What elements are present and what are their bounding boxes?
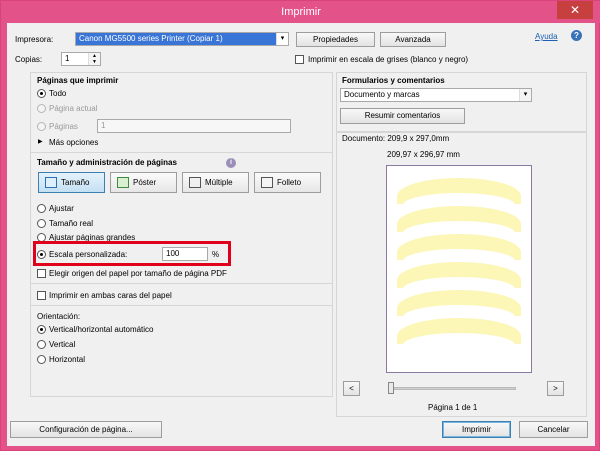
orientation-heading: Orientación: [37, 312, 81, 321]
copies-value: 1 [65, 54, 70, 63]
tab-poster[interactable]: Póster [110, 172, 177, 193]
orientation-auto-label: Vertical/horizontal automático [49, 325, 154, 334]
printer-label: Impresora: [15, 35, 54, 44]
pages-all-radio[interactable] [37, 89, 46, 98]
printer-value: Canon MG5500 series Printer (Copiar 1) [79, 34, 223, 43]
print-dialog: Imprimir ✕ Impresora: Canon MG5500 serie… [0, 0, 600, 451]
actual-size-radio[interactable] [37, 219, 46, 228]
cancel-button[interactable]: Cancelar [519, 421, 588, 438]
pages-range-label: Páginas [49, 122, 78, 131]
help-icon[interactable]: ? [571, 30, 582, 41]
pages-heading: Páginas que imprimir [37, 76, 119, 85]
page-indicator: Página 1 de 1 [428, 403, 478, 412]
fit-label: Ajustar [49, 204, 74, 213]
dialog-body: Impresora: Canon MG5500 series Printer (… [7, 23, 595, 446]
orientation-auto-radio[interactable] [37, 325, 46, 334]
help-link[interactable]: Ayuda [535, 32, 558, 41]
tab-booklet[interactable]: Folleto [254, 172, 321, 193]
pages-range-radio[interactable] [37, 122, 46, 131]
divider [31, 305, 332, 306]
preview-page [386, 165, 532, 373]
multiple-icon [189, 177, 201, 188]
chevron-down-icon: ▾ [276, 33, 288, 45]
summarize-comments-button[interactable]: Resumir comentarios [340, 108, 465, 124]
page-slider-track[interactable] [388, 387, 516, 390]
close-button[interactable]: ✕ [557, 1, 593, 19]
actual-size-label: Tamaño real [49, 219, 94, 228]
more-options-link[interactable]: Más opciones [49, 138, 98, 147]
tab-booklet-label: Folleto [277, 178, 302, 187]
previous-page-button[interactable]: < [343, 381, 360, 396]
next-page-button[interactable]: > [547, 381, 564, 396]
orientation-portrait-label: Vertical [49, 340, 76, 349]
custom-scale-input[interactable]: 100 [162, 247, 208, 261]
forms-heading: Formularios y comentarios [342, 76, 445, 85]
duplex-checkbox[interactable] [37, 291, 46, 300]
percent-label: % [212, 250, 220, 259]
triangle-right-icon[interactable]: ▶ [38, 138, 43, 145]
booklet-icon [261, 177, 273, 188]
page-slider-thumb[interactable] [388, 382, 394, 394]
fit-radio[interactable] [37, 204, 46, 213]
chevron-right-icon: > [553, 384, 558, 393]
preview-size-label: 209,97 x 296,97 mm [387, 150, 460, 159]
forms-value: Documento y marcas [344, 90, 420, 99]
divider [31, 283, 332, 284]
preview-shape [397, 262, 521, 289]
pages-current-label: Página actual [49, 104, 98, 113]
custom-scale-value: 100 [166, 249, 180, 258]
forms-select[interactable]: Documento y marcas ▾ [340, 88, 532, 102]
close-icon: ✕ [569, 3, 581, 17]
chevron-left-icon: < [349, 384, 354, 393]
divider [31, 152, 332, 153]
copies-label: Copias: [15, 55, 43, 64]
info-icon[interactable]: i [226, 158, 236, 168]
orientation-portrait-radio[interactable] [37, 340, 46, 349]
advanced-button[interactable]: Avanzada [380, 32, 446, 47]
pages-range-value: 1 [101, 121, 106, 130]
custom-scale-radio[interactable] [37, 250, 46, 259]
window-title: Imprimir [281, 6, 321, 18]
document-size-label: Documento: 209,9 x 297,0mm [342, 134, 450, 143]
title-bar: Imprimir [1, 1, 600, 23]
page-setup-button[interactable]: Configuración de página... [10, 421, 162, 438]
chevron-down-icon: ▾ [519, 89, 531, 101]
preview-shape [397, 318, 521, 345]
preview-shape [397, 206, 521, 233]
duplex-label: Imprimir en ambas caras del papel [49, 291, 172, 300]
preview-shape [397, 290, 521, 317]
grayscale-label: Imprimir en escala de grises (blanco y n… [308, 55, 469, 64]
size-icon [45, 177, 57, 188]
preview-shape [397, 234, 521, 261]
poster-icon [117, 177, 129, 188]
preview-shape [397, 178, 521, 205]
pages-range-input[interactable]: 1 [97, 119, 291, 133]
tab-poster-label: Póster [133, 178, 157, 187]
orientation-landscape-label: Horizontal [49, 355, 86, 364]
orientation-landscape-radio[interactable] [37, 355, 46, 364]
tab-multiple[interactable]: Múltiple [182, 172, 249, 193]
pages-current-radio[interactable] [37, 104, 46, 113]
sizing-heading: Tamaño y administración de páginas [37, 158, 177, 167]
properties-button[interactable]: Propiedades [296, 32, 375, 47]
tab-size[interactable]: Tamaño [38, 172, 105, 193]
tab-size-label: Tamaño [61, 178, 90, 187]
grayscale-checkbox[interactable] [295, 55, 304, 64]
paper-source-checkbox[interactable] [37, 269, 46, 278]
printer-select[interactable]: Canon MG5500 series Printer (Copiar 1) ▾ [75, 32, 289, 46]
stepper-icon[interactable]: ▲ ▼ [88, 53, 100, 65]
paper-source-label: Elegir origen del papel por tamaño de pá… [49, 269, 227, 278]
pages-all-label: Todo [49, 89, 67, 98]
custom-scale-label: Escala personalizada: [49, 250, 128, 259]
print-button[interactable]: Imprimir [442, 421, 511, 438]
copies-input[interactable]: 1 ▲ ▼ [61, 52, 101, 66]
tab-multiple-label: Múltiple [205, 178, 233, 187]
